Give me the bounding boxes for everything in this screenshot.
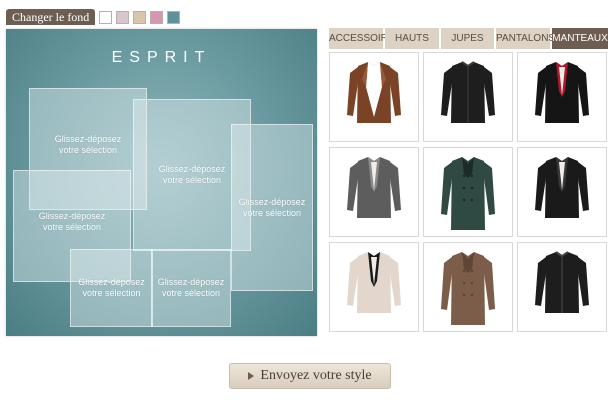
- tab-jupes[interactable]: JUPES: [441, 28, 496, 49]
- cream-tuxedo-blazer-icon: [347, 252, 401, 313]
- drop-zone[interactable]: Glissez-déposez votre sélection: [231, 124, 313, 291]
- brown-leather-jacket-icon: [347, 62, 401, 123]
- change-background-label: Changer le fond: [6, 9, 96, 25]
- tab-accessoires[interactable]: ACCESSOIRES: [329, 28, 401, 49]
- product-tile[interactable]: [329, 52, 419, 142]
- category-tabs: ACCESSOIRES HAUTS JUPES PANTALONS MANTEA…: [329, 28, 608, 49]
- product-tile[interactable]: [423, 147, 513, 237]
- drop-zone-text: Glissez-déposez votre sélection: [238, 196, 306, 218]
- drop-zone-text: Glissez-déposez votre sélection: [54, 134, 122, 155]
- brown-wool-coat-icon: [441, 252, 495, 325]
- product-tile[interactable]: [517, 147, 607, 237]
- swatch-teal[interactable]: [167, 10, 181, 24]
- black-fitted-blazer-icon: [535, 157, 589, 218]
- product-tile[interactable]: [423, 242, 513, 332]
- drop-zone-text: Glissez-déposez votre sélection: [157, 277, 225, 298]
- drop-zone[interactable]: Glissez-déposez votre sélection: [70, 249, 153, 327]
- send-style-label: Envoyez votre style: [260, 368, 372, 383]
- play-arrow-icon: [248, 372, 255, 380]
- product-tile[interactable]: [329, 242, 419, 332]
- swatch-white[interactable]: [99, 10, 113, 24]
- send-style-button[interactable]: Envoyez votre style: [229, 363, 391, 389]
- product-tile[interactable]: [517, 52, 607, 142]
- brand-logo: ESPRIT: [111, 49, 212, 66]
- product-tile[interactable]: [423, 52, 513, 142]
- black-leather-jacket-icon: [441, 61, 495, 123]
- drop-zone[interactable]: Glissez-déposez votre sélection: [151, 249, 231, 327]
- product-grid: [329, 52, 610, 332]
- drop-zone-text: Glissez-déposez votre sélection: [158, 164, 226, 185]
- tab-hauts[interactable]: HAUTS: [385, 28, 441, 49]
- style-canvas[interactable]: ESPRIT Glissez-déposez votre sélection G…: [6, 29, 317, 336]
- tab-pantalons[interactable]: PANTALONS: [496, 28, 555, 49]
- background-bar: Changer le fond: [6, 9, 181, 25]
- swatch-lilac[interactable]: [116, 10, 130, 24]
- grey-tweed-blazer-icon: [347, 157, 401, 218]
- black-blazer-red-lining-icon: [535, 62, 589, 123]
- tab-manteaux[interactable]: MANTEAUX: [552, 28, 608, 49]
- green-plaid-coat-icon: [441, 157, 495, 230]
- drop-zone-text: Glissez-déposez votre sélection: [38, 211, 106, 232]
- swatch-pink[interactable]: [150, 10, 164, 24]
- black-quilted-jacket-icon: [535, 251, 589, 313]
- swatch-beige[interactable]: [133, 10, 147, 24]
- product-tile[interactable]: [329, 147, 419, 237]
- drop-zone-text: Glissez-déposez votre sélection: [78, 277, 145, 298]
- product-tile[interactable]: [517, 242, 607, 332]
